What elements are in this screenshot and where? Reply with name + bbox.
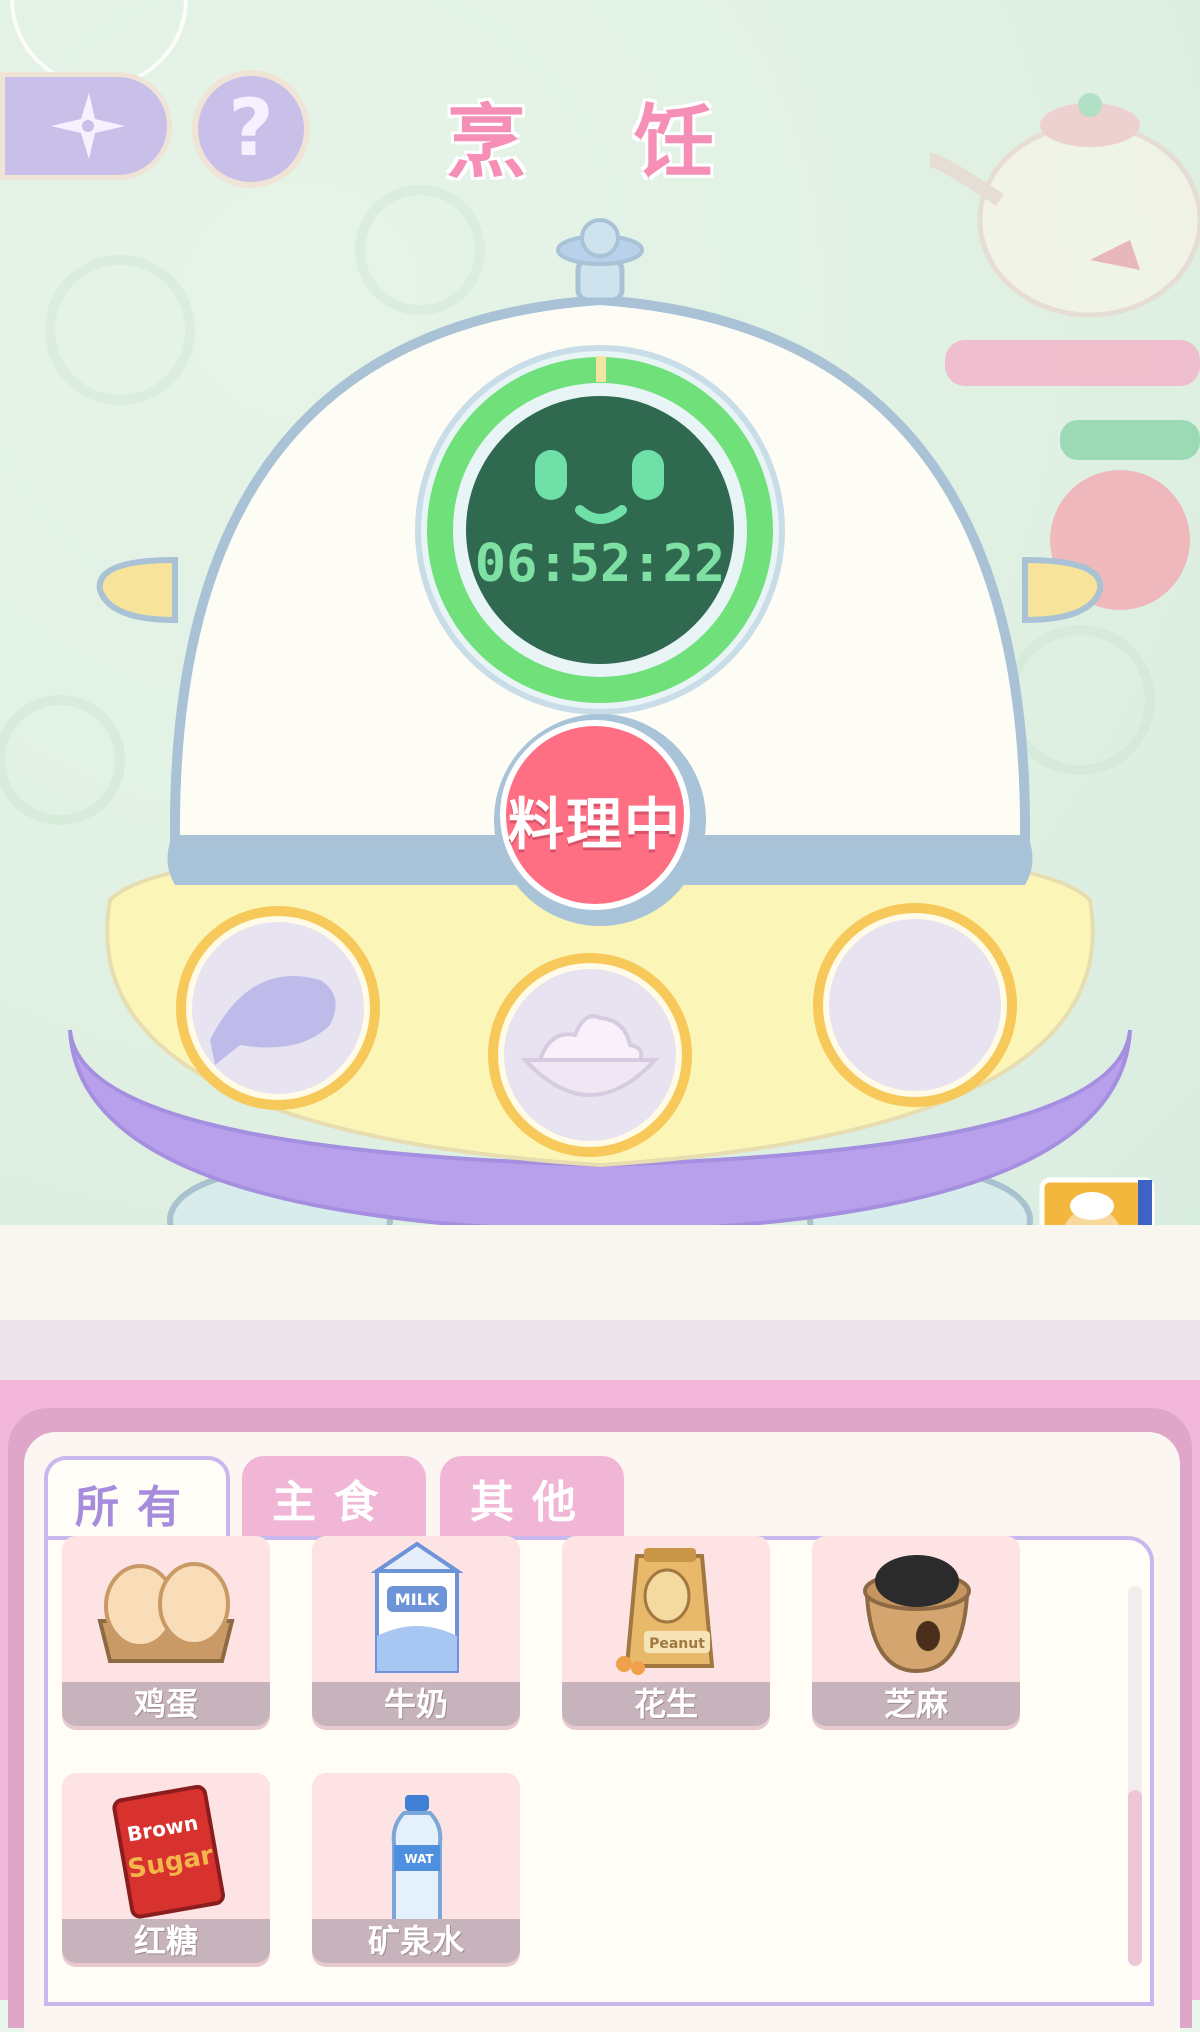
item-label: 矿泉水 bbox=[312, 1919, 520, 1963]
ingredient-slot-2 bbox=[488, 953, 692, 1157]
ingredient-slot-3 bbox=[813, 903, 1017, 1107]
ingredient-item-brown-sugar[interactable]: Brown Sugar 红糖 bbox=[62, 1773, 270, 1963]
item-label: 红糖 bbox=[62, 1919, 270, 1963]
peanut-icon: Peanut bbox=[616, 1548, 715, 1675]
ingredient-item-sesame[interactable]: 芝麻 bbox=[812, 1536, 1020, 1726]
tab-other[interactable]: 其他 bbox=[440, 1456, 624, 1540]
brown-sugar-icon: Brown Sugar bbox=[112, 1784, 225, 1919]
tab-all[interactable]: 所有 bbox=[44, 1456, 230, 1546]
cooking-machine bbox=[20, 218, 1170, 1305]
counter-edge bbox=[0, 1320, 1200, 1380]
item-label: 芝麻 bbox=[812, 1682, 1020, 1726]
water-bottle-icon: WAT bbox=[391, 1795, 443, 1927]
ingredient-item-peanut[interactable]: Peanut 花生 bbox=[562, 1536, 770, 1726]
milk-icon: MILK bbox=[370, 1541, 464, 1673]
scrollbar-thumb[interactable] bbox=[1128, 1790, 1142, 1966]
cooking-timer: 06:52:22 bbox=[474, 534, 726, 594]
item-label: 牛奶 bbox=[312, 1682, 520, 1726]
egg-icon bbox=[97, 1562, 235, 1663]
ingredient-item-water[interactable]: WAT 矿泉水 bbox=[312, 1773, 520, 1963]
item-label: 花生 bbox=[562, 1682, 770, 1726]
ingredient-item-milk[interactable]: MILK 牛奶 bbox=[312, 1536, 520, 1726]
ingredient-slot-1 bbox=[176, 906, 380, 1110]
ingredient-item-egg[interactable]: 鸡蛋 bbox=[62, 1536, 270, 1726]
svg-text:Peanut: Peanut bbox=[649, 1636, 705, 1652]
cooking-status-button[interactable]: 料理中 bbox=[500, 740, 690, 900]
svg-text:MILK: MILK bbox=[395, 1590, 440, 1609]
tab-staple[interactable]: 主食 bbox=[242, 1456, 426, 1540]
item-label: 鸡蛋 bbox=[62, 1682, 270, 1726]
svg-text:WAT: WAT bbox=[404, 1852, 434, 1866]
sesame-icon bbox=[863, 1555, 971, 1674]
